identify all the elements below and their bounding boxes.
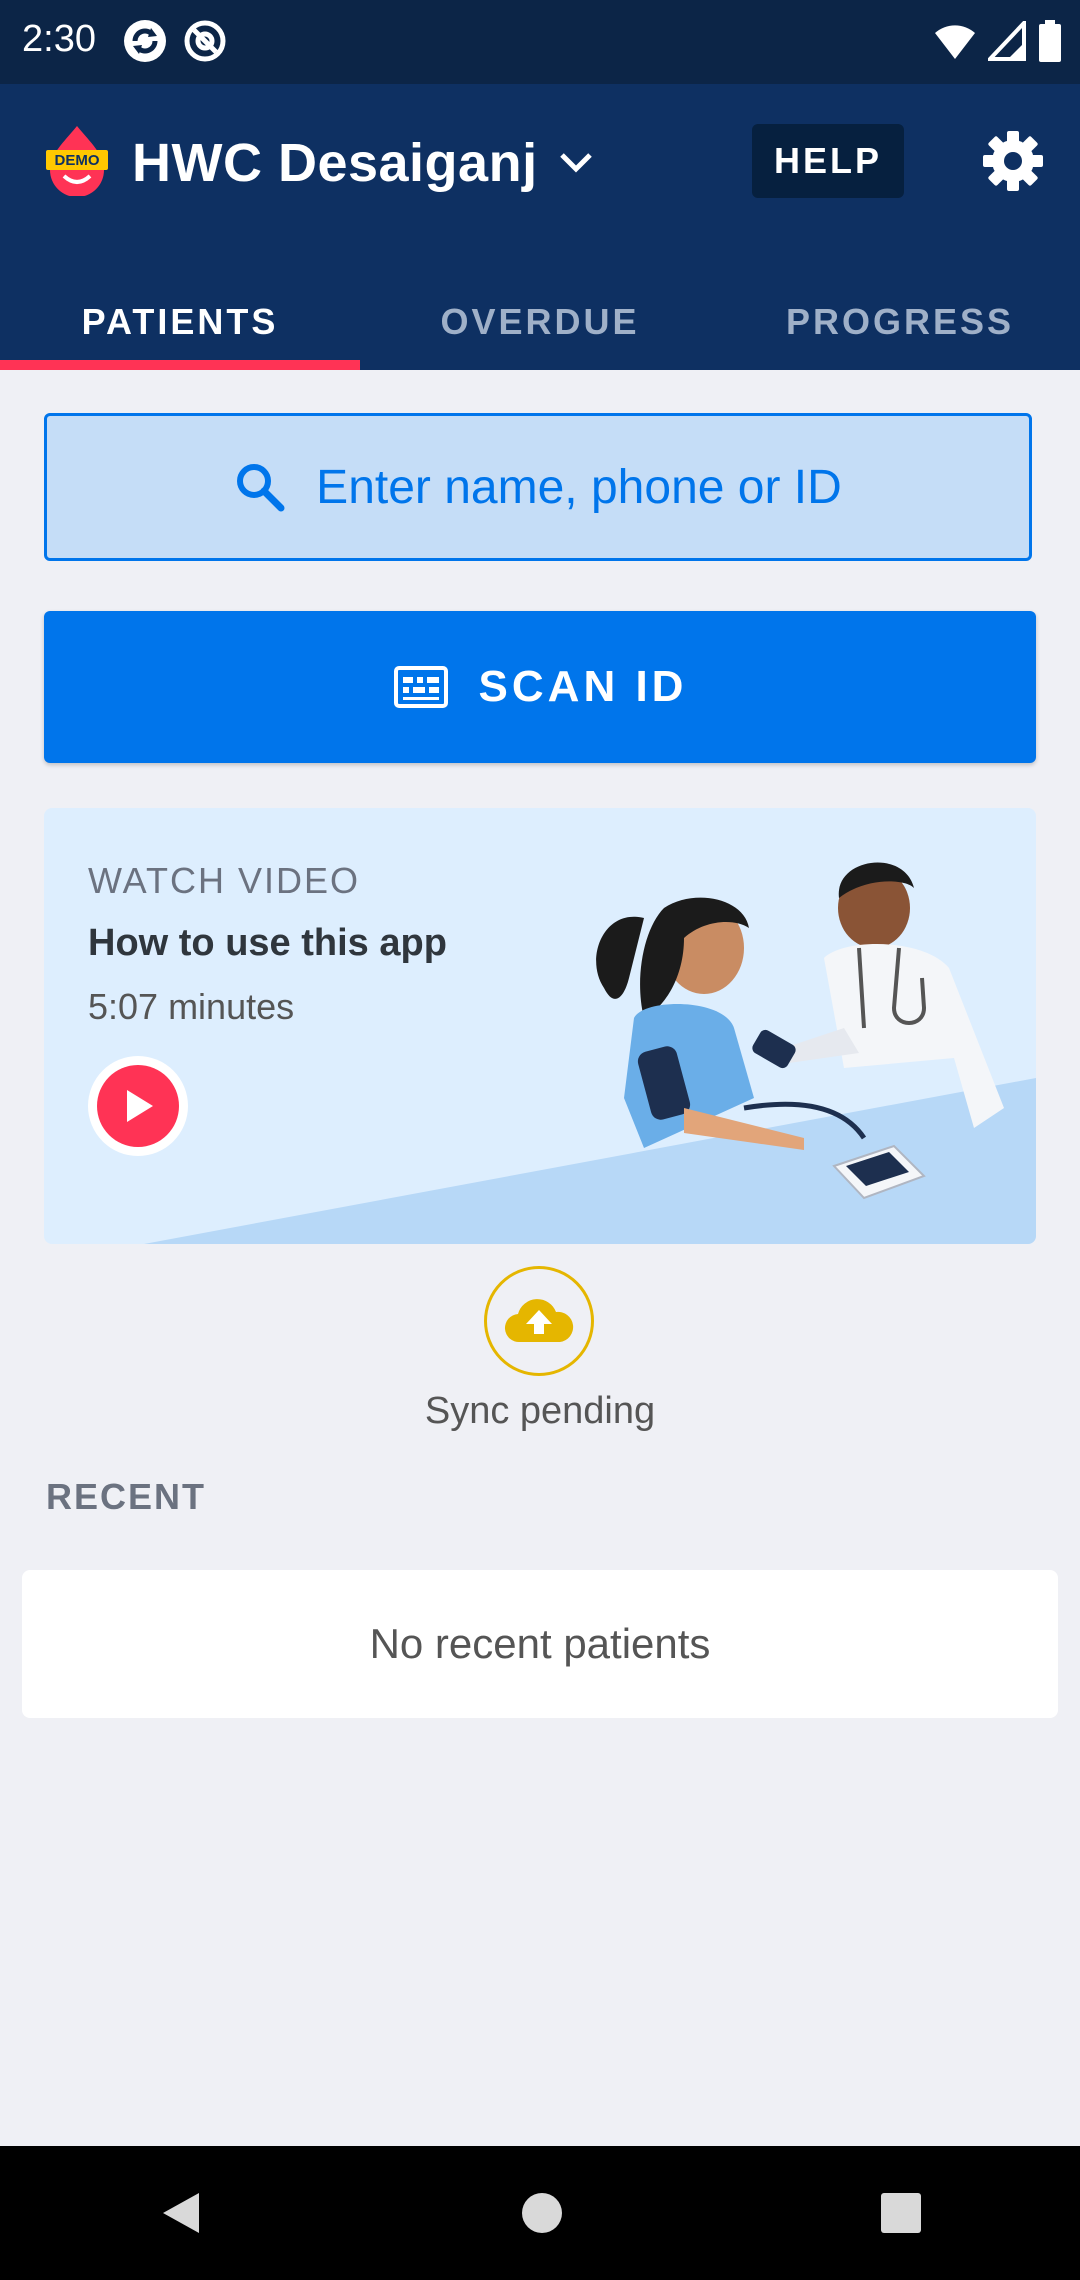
id-card-icon (393, 666, 448, 708)
app-bar: DEMO HWC Desaiganj HELP PATIENTS OVERDUE… (0, 84, 1080, 370)
status-icons-left (122, 18, 228, 64)
scan-id-label: SCAN ID (478, 662, 688, 711)
tab-overdue[interactable]: OVERDUE (360, 274, 720, 370)
logo-badge-text: DEMO (55, 152, 100, 169)
tab-progress[interactable]: PROGRESS (720, 274, 1080, 370)
wifi-icon (935, 25, 975, 59)
app-logo-icon: DEMO (46, 126, 108, 196)
video-duration: 5:07 minutes (88, 986, 295, 1027)
help-button[interactable]: HELP (752, 124, 904, 198)
search-input[interactable]: Enter name, phone or ID (44, 413, 1032, 561)
play-button[interactable] (88, 1056, 188, 1156)
video-title: How to use this app (88, 922, 447, 964)
recent-heading: RECENT (46, 1476, 207, 1517)
chevron-down-icon (559, 153, 592, 173)
search-placeholder: Enter name, phone or ID (316, 460, 842, 514)
status-time: 2:30 (22, 18, 96, 60)
home-icon[interactable] (520, 2191, 564, 2235)
sync-status-button[interactable] (484, 1266, 594, 1376)
sync-icon (124, 20, 166, 62)
status-icons-right (934, 20, 1062, 62)
status-bar: 2:30 (0, 0, 1080, 84)
signal-icon (988, 21, 1026, 61)
facility-selector[interactable]: HWC Desaiganj (132, 132, 594, 194)
recents-icon[interactable] (881, 2193, 922, 2233)
facility-name: HWC Desaiganj (132, 133, 538, 193)
scan-id-button[interactable]: SCAN ID (44, 611, 1036, 763)
tab-bar: PATIENTS OVERDUE PROGRESS (0, 274, 1080, 370)
recent-empty-text: No recent patients (369, 1620, 711, 1667)
video-kicker: WATCH VIDEO (88, 860, 360, 901)
at-sign-icon (184, 20, 226, 62)
tab-patients[interactable]: PATIENTS (0, 274, 360, 370)
play-icon (127, 1090, 153, 1122)
battery-icon (1039, 20, 1061, 62)
back-icon[interactable] (159, 2189, 203, 2237)
video-card[interactable]: WATCH VIDEO How to use this app 5:07 min… (44, 808, 1036, 1244)
cloud-upload-icon (504, 1299, 574, 1343)
system-nav-bar (0, 2146, 1080, 2280)
gear-icon[interactable] (982, 130, 1044, 192)
search-icon (237, 464, 285, 512)
sync-status-text: Sync pending (424, 1390, 656, 1432)
recent-patients-card: No recent patients (22, 1570, 1058, 1718)
